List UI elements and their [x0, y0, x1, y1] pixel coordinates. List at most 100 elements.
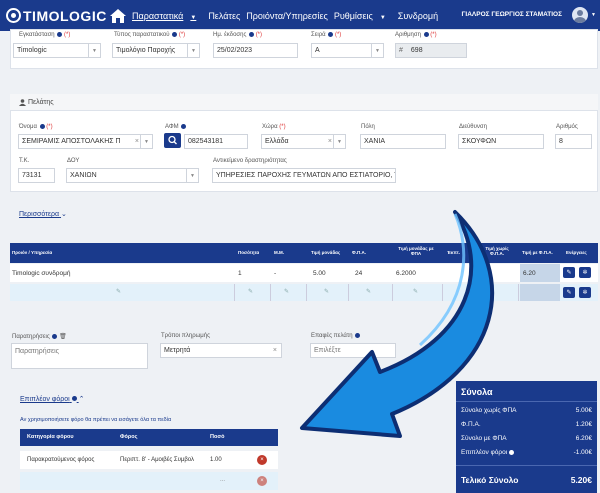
chevron-down-icon: ▼ — [333, 135, 345, 148]
top-navbar: TIMOLOGIC Παραστατικά ▼ Πελάτες Προιόντα/… — [0, 0, 600, 31]
menu-invoices[interactable]: Παραστατικά ▼ — [132, 11, 202, 21]
menu-subscription[interactable]: Συνδρομή — [398, 11, 438, 21]
number-field: #698 — [395, 43, 467, 58]
pencil-icon[interactable]: ✎ — [284, 288, 289, 295]
extra-taxes-toggle[interactable]: Επιπλέον φόροι ⌃ — [20, 395, 85, 403]
chevron-down-icon: ▼ — [140, 135, 152, 148]
search-icon — [168, 135, 177, 145]
customer-title: Πελάτης — [28, 99, 54, 106]
pencil-icon[interactable]: ✎ — [248, 288, 253, 295]
info-icon — [52, 333, 58, 339]
install-label: Εγκατάσταση (*) — [19, 32, 71, 39]
trash-icon[interactable]: 🗑 — [59, 334, 67, 340]
col-quantity: Ποσότητα — [238, 250, 260, 255]
cell-gross-price[interactable]: 6.20 — [523, 270, 536, 277]
gear-icon: ✲ — [582, 270, 588, 276]
vat-total-row: Φ.Π.Α. 1.20€ — [461, 421, 592, 428]
cell-quantity[interactable]: 1 — [238, 270, 242, 277]
totals-title: Σύνολα — [461, 387, 493, 397]
table-row: Timologic συνδρομή 1 - 5.00 24 6.2000 5.… — [10, 264, 598, 282]
doy-select[interactable]: ΧΑΝΙΩΝ ▼ — [66, 168, 199, 183]
pencil-icon[interactable]: ✎ — [413, 288, 418, 295]
contact-select[interactable]: Επιλέξτε — [310, 343, 396, 358]
activity-input[interactable]: ΥΠΗΡΕΣΙΕΣ ΠΑΡΟΧΗΣ ΓΕΥΜΑΤΩΝ ΑΠΟ ΕΣΤΙΑΤΟΡΙ… — [212, 168, 396, 183]
cell-vat[interactable]: 24 — [355, 270, 362, 277]
address-input[interactable]: ΣΚΟΥΦΩΝ — [458, 134, 544, 149]
city-input[interactable]: ΧΑΝΙΑ — [360, 134, 446, 149]
col-unit: Μ.Μ. — [274, 250, 284, 255]
payment-select[interactable]: Μετρητά × — [160, 343, 282, 358]
info-icon — [423, 32, 429, 37]
country-label: Χώρα (*) — [262, 124, 286, 130]
col-actions: Ενέργειες — [566, 250, 587, 255]
col-tax-amount: Ποσό — [210, 434, 225, 440]
table-row: Παρακρατούμενος φόρος Περιπτ. 8' - Αμοιβ… — [20, 451, 278, 469]
chevron-down-icon: ▼ — [88, 44, 100, 57]
chevron-down-icon: ⌄ — [61, 211, 67, 218]
avatar[interactable] — [572, 7, 588, 23]
pencil-icon[interactable]: ✎ — [116, 288, 121, 295]
menu-products[interactable]: Προιόντα/Υπηρεσίες — [246, 11, 328, 21]
notes-label: Παρατηρήσεις 🗑 — [12, 333, 67, 340]
tax-amount-placeholder[interactable]: ... — [220, 477, 225, 483]
user-name[interactable]: ΓΙΑΛΡΟΣ ΓΕΩΡΓΙΟΣ ΣΤΑΜΑΤΙΟΣ — [462, 11, 563, 18]
col-gross-price: Τιμή με Φ.Π.Α. — [522, 250, 553, 255]
type-select[interactable]: Τιμολόγιο Παροχής ▼ — [112, 43, 200, 58]
date-input[interactable]: 25/02/2023 — [213, 43, 298, 58]
chevron-down-icon[interactable]: ▼ — [591, 12, 596, 18]
clear-icon[interactable]: × — [135, 138, 139, 145]
col-unit-price: Τιμή μονάδας — [311, 250, 341, 255]
tk-input[interactable]: 73131 — [18, 168, 55, 183]
address-number-input[interactable]: 8 — [555, 134, 592, 149]
customer-name-select[interactable]: ΣΕΜΙΡΑΜΙΣ ΑΠΟΣΤΟΛΑΚΗΣ Π × ▼ — [18, 134, 153, 149]
pencil-icon[interactable]: ✎ — [366, 288, 371, 295]
tax-amount-cell[interactable]: 1.00 — [210, 457, 222, 463]
menu-settings[interactable]: Ρυθμίσεις ▼ — [334, 11, 392, 21]
address-label: Διεύθυνση — [459, 124, 487, 130]
clear-icon[interactable]: × — [273, 347, 277, 354]
remove-tax-button[interactable]: × — [257, 476, 267, 486]
info-icon — [508, 449, 514, 455]
brand-logo[interactable]: TIMOLOGIC — [6, 0, 110, 31]
number-label: Αριθμηση (*) — [395, 32, 437, 39]
pencil-icon: ✎ — [566, 290, 572, 296]
tax-category-cell[interactable]: Παρακρατούμενος φόρος — [27, 457, 94, 463]
col-unit-price-vat: Τιμή μονάδας με ΦΠΑ — [398, 246, 434, 256]
series-select[interactable]: Α ▼ — [311, 43, 384, 58]
home-icon[interactable] — [110, 8, 126, 23]
col-discount: Έκπτ. — [447, 250, 461, 255]
chevron-down-icon: ▼ — [379, 14, 386, 21]
settings-row-button[interactable]: ✲ — [579, 287, 591, 298]
pencil-icon[interactable]: ✎ — [324, 288, 329, 295]
info-icon — [57, 32, 63, 37]
logo-text: TIMOLOGIC — [23, 7, 107, 24]
taxes-note: Αν χρησιμοποιήσετε φόρο θα πρέπει να εισ… — [20, 417, 172, 423]
edit-row-button[interactable]: ✎ — [563, 287, 575, 298]
more-link[interactable]: Περισσότερα ⌄ — [19, 210, 67, 218]
cell-product[interactable]: Timologic συνδρομή — [12, 270, 70, 277]
contact-label: Επαφές πελάτη — [311, 333, 361, 339]
settings-row-button[interactable]: ✲ — [579, 267, 591, 278]
remove-tax-button[interactable]: × — [257, 455, 267, 465]
install-select[interactable]: Timologic ▼ — [13, 43, 101, 58]
logo-mark-icon — [6, 8, 21, 23]
cell-net-price[interactable]: 5.00 — [478, 270, 491, 277]
close-icon: × — [260, 478, 264, 484]
clear-icon[interactable]: × — [328, 138, 332, 145]
cell-unit-price[interactable]: 5.00 — [313, 270, 326, 277]
pencil-icon: ✎ — [566, 270, 572, 276]
tk-label: Τ.Κ. — [19, 158, 30, 164]
chevron-down-icon: ▼ — [187, 44, 199, 57]
afm-search-button[interactable] — [164, 133, 181, 148]
chevron-down-icon: ▼ — [186, 169, 198, 182]
notes-textarea[interactable]: Παρατηρήσεις — [11, 343, 148, 369]
menu-customers[interactable]: Πελάτες — [208, 11, 240, 21]
afm-input[interactable]: 082543181 — [184, 134, 248, 149]
cell-unit[interactable]: - — [274, 270, 276, 277]
info-icon — [249, 32, 255, 37]
activity-label: Αντικείμενο δραστηριότητας — [213, 158, 287, 164]
cell-unit-price-vat[interactable]: 6.2000 — [396, 270, 416, 277]
country-select[interactable]: Ελλάδα × ▼ — [261, 134, 346, 149]
edit-row-button[interactable]: ✎ — [563, 267, 575, 278]
tax-cell[interactable]: Περιπτ. 8' - Αμοιβές Συμβολ — [120, 457, 194, 463]
